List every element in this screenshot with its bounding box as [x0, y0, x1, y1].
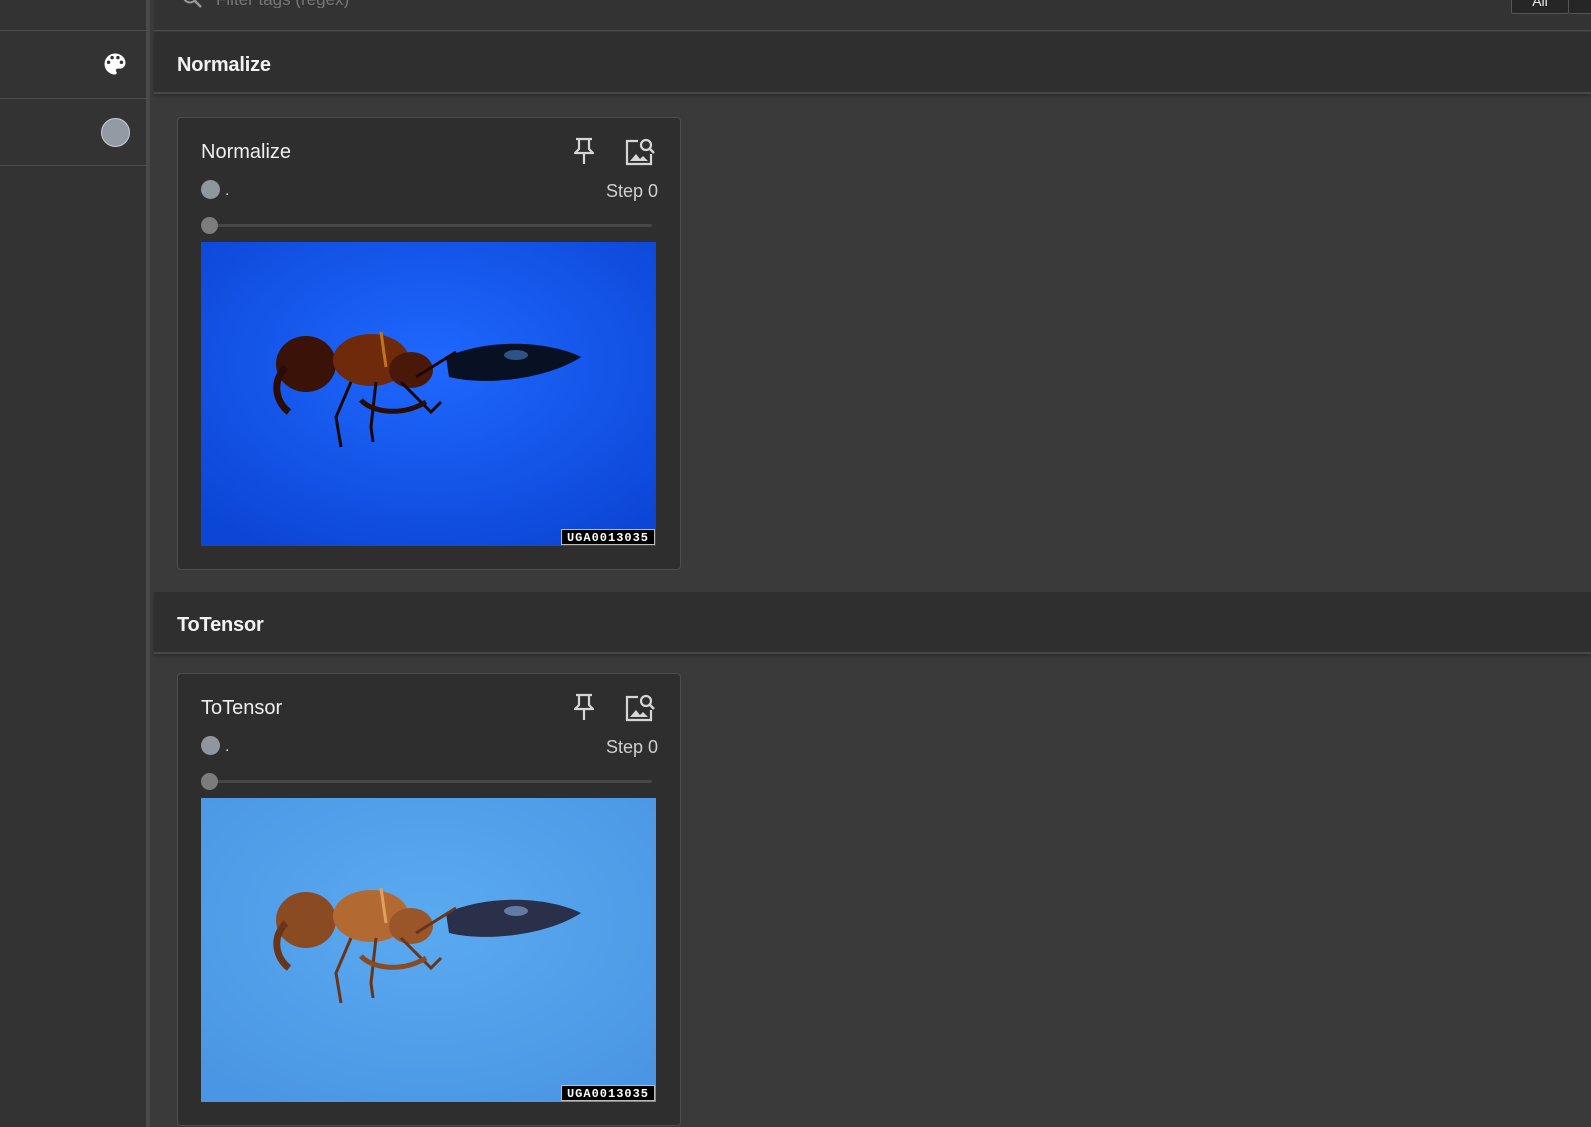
run-color-swatch[interactable] [101, 118, 130, 147]
section-header-totensor[interactable]: ToTensor [154, 592, 1591, 654]
run-color-dot [201, 736, 220, 755]
step-slider[interactable] [209, 780, 652, 783]
main-panel: All Normalize Normalize . Step 0 [154, 0, 1591, 1127]
step-label: Step 0 [605, 181, 658, 201]
run-color-dot [201, 180, 220, 199]
sidebar [0, 0, 150, 1127]
step-slider-thumb[interactable] [201, 217, 218, 234]
step-slider[interactable] [209, 224, 652, 227]
image-watermark: UGA0013035 [560, 529, 655, 545]
tag-filter-bar: All [154, 0, 1591, 31]
pin-icon[interactable] [571, 136, 597, 166]
section-title: Normalize [177, 54, 271, 76]
card-title: Normalize [201, 141, 292, 163]
sidebar-top-row [0, 0, 150, 31]
image-search-icon[interactable] [624, 137, 656, 167]
section-header-normalize[interactable]: Normalize [154, 32, 1591, 94]
pin-icon[interactable] [571, 692, 597, 722]
card-title: ToTensor [201, 697, 283, 719]
search-icon [180, 0, 204, 8]
palette-icon[interactable] [101, 50, 129, 78]
sidebar-item-run-color[interactable] [0, 99, 150, 166]
filter-options-button[interactable] [1569, 0, 1591, 14]
run-label: . [225, 738, 230, 755]
tag-filter-input[interactable] [216, 0, 616, 8]
sample-image[interactable]: UGA0013035 [201, 242, 656, 546]
run-label: . [225, 182, 230, 199]
step-label: Step 0 [605, 737, 658, 757]
filter-mode-button[interactable]: All [1511, 0, 1569, 14]
section-title: ToTensor [177, 614, 264, 636]
step-slider-thumb[interactable] [201, 773, 218, 790]
image-search-icon[interactable] [624, 693, 656, 723]
image-watermark: UGA0013035 [560, 1085, 655, 1101]
sample-image[interactable]: UGA0013035 [201, 798, 656, 1102]
sidebar-item-color-settings[interactable] [0, 31, 150, 99]
image-card-normalize: Normalize . Step 0 UGA0013035 [177, 117, 681, 570]
image-card-totensor: ToTensor . Step 0 UGA0013035 [177, 673, 681, 1126]
